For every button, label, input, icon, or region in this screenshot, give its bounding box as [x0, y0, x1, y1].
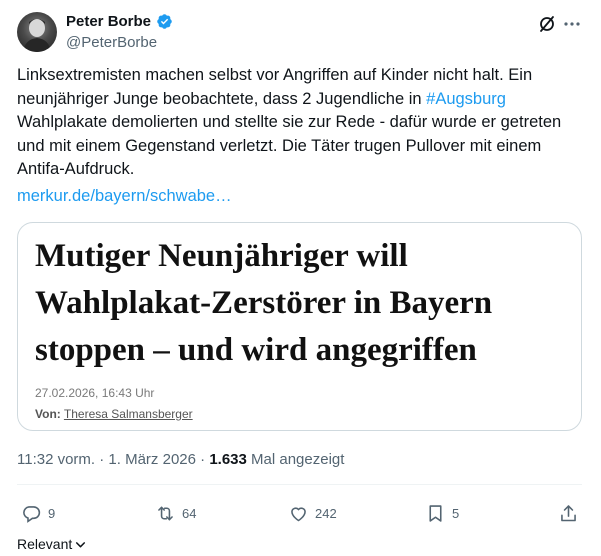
post-meta: 11:32 vorm. · 1. März 2026 · 1.633 Mal a…	[17, 451, 344, 468]
grok-icon[interactable]	[537, 14, 557, 34]
sort-label: Relevant	[17, 536, 73, 552]
card-date: 27.02.2026, 16:43 Uhr	[35, 386, 155, 400]
reply-icon	[23, 506, 41, 523]
heart-icon	[291, 507, 306, 522]
card-author-name: Theresa Salmansberger	[63, 407, 193, 421]
like-button[interactable]: 242	[288, 503, 337, 524]
link-preview-card[interactable]: Mutiger Neunjähriger will Wahlplakat-Zer…	[17, 222, 582, 431]
repost-count: 64	[182, 506, 197, 521]
reply-button[interactable]: 9	[21, 503, 55, 524]
share-button[interactable]	[558, 503, 579, 524]
hashtag-link[interactable]: #Augsburg	[426, 90, 506, 108]
share-icon	[561, 505, 576, 522]
reply-count: 9	[48, 506, 56, 521]
display-name[interactable]: Peter Borbe	[66, 13, 151, 30]
like-count: 242	[315, 506, 337, 521]
timestamp[interactable]: 11:32 vorm. · 1. März 2026 ·	[17, 451, 209, 468]
verified-badge-icon	[156, 13, 173, 30]
more-options-icon[interactable]	[562, 14, 582, 34]
card-author-label: Von:	[35, 407, 61, 421]
tweet-text: Linksextremisten machen selbst vor Angri…	[17, 64, 582, 182]
article-link[interactable]: merkur.de/bayern/schwabe…	[17, 187, 232, 206]
views-label: Mal angezeigt	[246, 451, 345, 468]
author-name-row: Peter Borbe	[66, 13, 173, 30]
avatar[interactable]	[17, 12, 57, 52]
author-handle[interactable]: @PeterBorbe	[66, 34, 157, 51]
bookmark-icon	[429, 505, 442, 522]
chevron-down-icon	[76, 541, 86, 547]
card-author: Von: Theresa Salmansberger	[35, 407, 193, 421]
sort-dropdown[interactable]: Relevant	[17, 536, 87, 552]
repost-icon	[158, 506, 173, 521]
bookmark-count: 5	[452, 506, 460, 521]
post: Peter Borbe @PeterBorbe Linksextremisten…	[0, 0, 601, 556]
views-count: 1.633	[209, 451, 247, 468]
tweet-text-part-2: Wahlplakate demolierten und stellte sie …	[17, 113, 562, 178]
bookmark-button[interactable]: 5	[425, 503, 459, 524]
card-headline: Mutiger Neunjähriger will Wahlplakat-Zer…	[35, 238, 493, 368]
divider	[17, 484, 582, 485]
repost-button[interactable]: 64	[155, 503, 196, 524]
